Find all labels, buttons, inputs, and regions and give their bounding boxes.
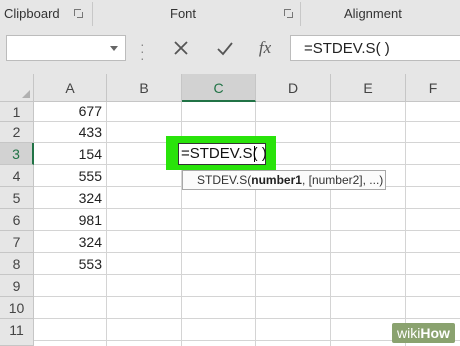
tooltip-current-argument: number1 [251, 173, 302, 187]
ribbon-group-font: Font [170, 6, 197, 21]
tooltip-function-name: STDEV.S( [197, 173, 252, 187]
text-cursor [254, 146, 255, 162]
clipboard-dialog-launcher-icon[interactable] [74, 9, 83, 18]
wikihow-watermark: wikiHow [392, 323, 455, 343]
cell-a8[interactable]: 553 [32, 256, 102, 272]
cell-a2[interactable]: 433 [32, 124, 102, 140]
column-header-a[interactable]: A [34, 74, 107, 102]
gridline [34, 230, 460, 231]
tooltip-remaining-arguments: , [number2], ...) [301, 173, 384, 187]
checkmark-icon [217, 42, 233, 56]
cell-a7[interactable]: 324 [32, 234, 102, 250]
cell-a3[interactable]: 154 [32, 146, 102, 162]
select-all-icon [22, 90, 30, 98]
cell-a6[interactable]: 981 [32, 212, 102, 228]
gridline [34, 296, 460, 297]
row-header-8[interactable]: 8 [0, 253, 34, 275]
formula-input[interactable]: =STDEV.S( ) [290, 35, 460, 61]
row-header-4[interactable]: 4 [0, 165, 34, 187]
column-header-e[interactable]: E [331, 74, 406, 102]
ribbon-separator [92, 2, 93, 26]
enter-formula-button[interactable] [208, 36, 242, 60]
insert-function-button[interactable]: fx [248, 36, 282, 60]
gridline [34, 208, 460, 209]
cell-a5[interactable]: 324 [32, 190, 102, 206]
row-header-5[interactable]: 5 [0, 187, 34, 209]
font-dialog-launcher-icon[interactable] [284, 9, 293, 18]
column-header-d[interactable]: D [256, 74, 331, 102]
row-header-1[interactable]: 1 [0, 102, 34, 122]
x-icon [174, 41, 188, 55]
function-argument-tooltip[interactable]: STDEV.S(number1, [number2], ...) [182, 170, 386, 190]
ribbon-separator [300, 2, 301, 26]
row-header-11[interactable]: 11 [0, 319, 34, 346]
gridline [34, 121, 460, 122]
row-header-7[interactable]: 7 [0, 231, 34, 253]
fx-icon: fx [258, 38, 272, 57]
column-header-b[interactable]: B [107, 74, 182, 102]
cell-a1[interactable]: 677 [32, 103, 102, 119]
column-header-c[interactable]: C [182, 74, 256, 102]
row-header-6[interactable]: 6 [0, 209, 34, 231]
column-header-f[interactable]: F [406, 74, 460, 102]
chevron-down-icon[interactable] [110, 46, 118, 51]
active-cell-c3[interactable]: =STDEV.S( ) [178, 143, 267, 165]
drag-handle-icon[interactable]: · · · [140, 37, 145, 65]
gridline [405, 102, 406, 346]
cell-a4[interactable]: 555 [32, 168, 102, 184]
cancel-formula-button[interactable] [164, 36, 198, 60]
gridline [34, 274, 460, 275]
gridline [106, 102, 107, 346]
ribbon-group-alignment: Alignment [344, 6, 402, 21]
ribbon-group-clipboard: Clipboard [4, 6, 60, 21]
gridline [34, 318, 460, 319]
gridline [330, 102, 331, 346]
row-header-10[interactable]: 10 [0, 297, 34, 319]
row-header-2[interactable]: 2 [0, 122, 34, 143]
name-box[interactable] [6, 35, 126, 61]
gridline [34, 252, 460, 253]
row-header-3[interactable]: 3 [0, 143, 34, 165]
row-header-9[interactable]: 9 [0, 275, 34, 297]
